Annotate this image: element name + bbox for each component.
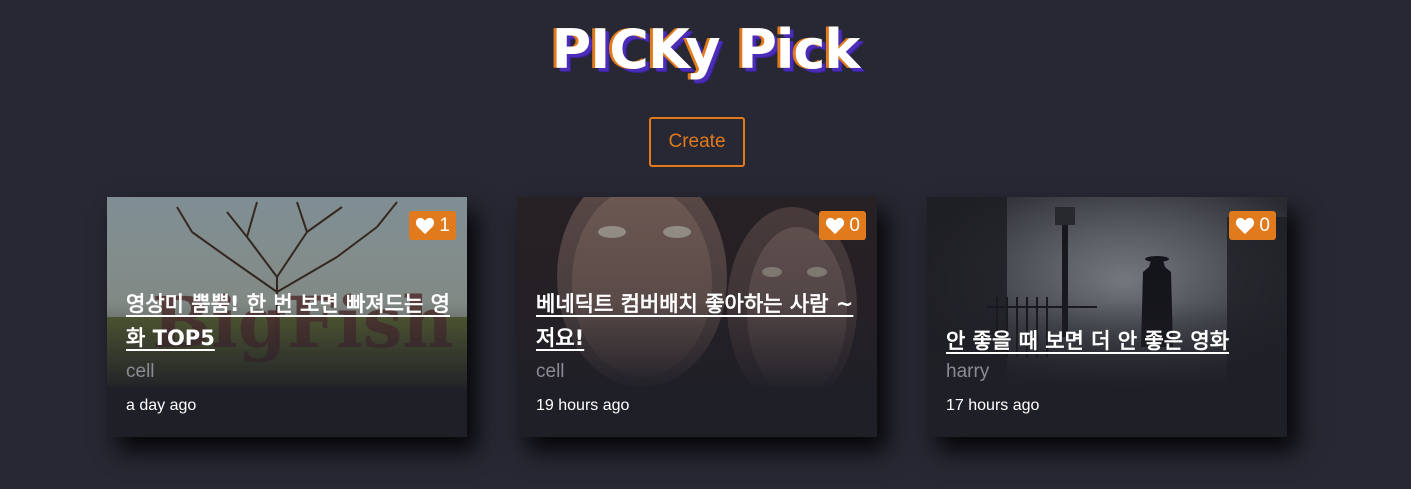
card-title[interactable]: 베네딕트 컴버배치 좋아하는 사람 ~ 저요! bbox=[536, 287, 867, 355]
post-card[interactable]: 0 베네딕트 컴버배치 좋아하는 사람 ~ 저요! cell 19 hours … bbox=[517, 197, 877, 437]
like-count: 0 bbox=[849, 214, 860, 236]
card-author: harry bbox=[946, 361, 990, 382]
card-time: a day ago bbox=[126, 397, 197, 414]
post-card[interactable]: 0 안 좋을 때 보면 더 안 좋은 영화 harry 17 hours ago bbox=[927, 197, 1287, 437]
like-badge[interactable]: 0 bbox=[1229, 211, 1276, 240]
heart-icon bbox=[416, 217, 435, 234]
create-button[interactable]: Create bbox=[649, 117, 745, 167]
card-author: cell bbox=[536, 361, 565, 382]
heart-icon bbox=[1236, 217, 1255, 234]
card-author: cell bbox=[126, 361, 155, 382]
post-card[interactable]: BigFish 1 영상미 뿜뿜! 한 번 보면 빠져드는 영화 TOP5 ce… bbox=[107, 197, 467, 437]
card-title[interactable]: 안 좋을 때 보면 더 안 좋은 영화 bbox=[946, 324, 1277, 358]
card-time: 19 hours ago bbox=[536, 397, 630, 414]
card-time: 17 hours ago bbox=[946, 397, 1040, 414]
like-count: 1 bbox=[439, 214, 450, 236]
heart-icon bbox=[826, 217, 845, 234]
like-count: 0 bbox=[1259, 214, 1270, 236]
app-title: PICKy Pick bbox=[551, 18, 861, 81]
card-title[interactable]: 영상미 뿜뿜! 한 번 보면 빠져드는 영화 TOP5 bbox=[126, 287, 457, 355]
like-badge[interactable]: 0 bbox=[819, 211, 866, 240]
like-badge[interactable]: 1 bbox=[409, 211, 456, 240]
